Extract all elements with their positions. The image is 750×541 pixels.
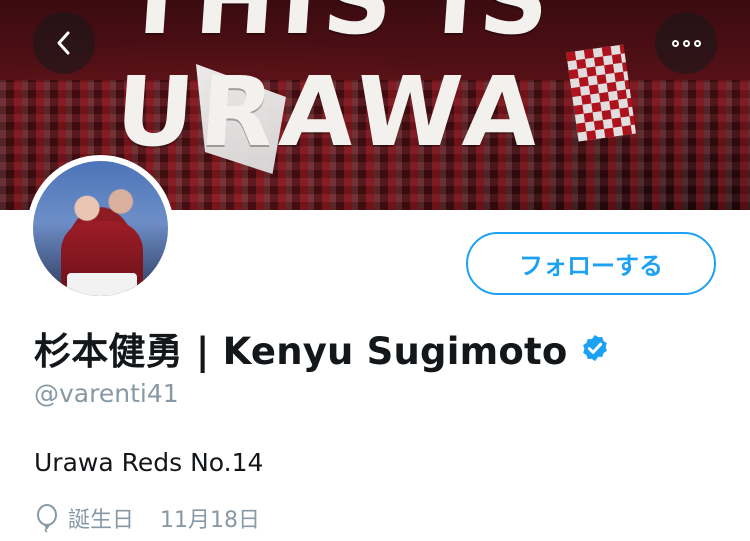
birthday-label: 誕生日 — [68, 508, 135, 533]
banner-slogan: THIS IS URAWA — [112, 0, 559, 168]
more-horizontal-icon — [671, 39, 701, 47]
verified-badge-icon — [582, 334, 607, 362]
birthday-row: 誕生日 11月18日 — [34, 501, 260, 535]
follow-button[interactable]: フォローする — [466, 232, 716, 295]
avatar[interactable] — [27, 155, 174, 302]
more-options-button[interactable] — [655, 12, 717, 74]
profile-bio: Urawa Reds No.14 — [34, 448, 264, 477]
birthday-value: 11月18日 — [160, 508, 261, 533]
display-name: 杉本健勇 | Kenyu Sugimoto — [34, 330, 568, 373]
avatar-shorts-shape — [67, 273, 137, 296]
user-handle: @varenti41 — [34, 379, 179, 408]
chevron-left-icon — [57, 31, 70, 55]
name-row: 杉本健勇 | Kenyu Sugimoto — [34, 318, 610, 378]
balloon-icon — [37, 504, 57, 533]
back-button[interactable] — [33, 12, 95, 74]
